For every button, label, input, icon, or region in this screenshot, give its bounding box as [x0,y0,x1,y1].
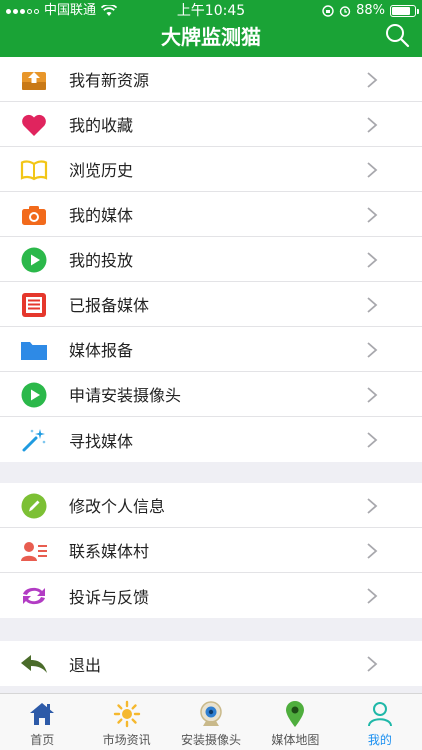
chevron-right-icon [367,432,378,448]
chevron-right-icon [367,588,378,604]
menu-item-apply-camera[interactable]: 申请安装摄像头 [0,372,422,417]
menu-item-label: 退出 [69,655,102,675]
menu-item-label: 我有新资源 [69,71,150,90]
menu-item-contact-media-village[interactable]: 联系媒体村 [0,528,422,573]
chevron-right-icon [367,117,378,133]
play-circle-icon [20,382,48,408]
tab-label: 市场资讯 [102,733,151,747]
tab-bar: 首页 市场资讯 安装摄像头 媒体地图 我的 [0,693,422,750]
page-title: 大牌监测猫 [161,25,261,49]
tab-media-map[interactable]: 媒体地图 [253,694,337,750]
menu-item-complaint-feedback[interactable]: 投诉与反馈 [0,573,422,618]
menu-item-history[interactable]: 浏览历史 [0,147,422,192]
chevron-right-icon [367,252,378,268]
tab-home[interactable]: 首页 [0,694,84,750]
tab-label: 安装摄像头 [181,733,242,747]
inbox-upload-icon [20,67,48,93]
chevron-right-icon [367,297,378,313]
chevron-right-icon [367,207,378,223]
webcam-icon [200,701,222,726]
chevron-right-icon [367,656,378,672]
app-header: 中国联通 上午10:45 88% 大牌监测猫 [0,0,422,57]
alarm-icon [339,6,351,17]
sync-arrows-icon [20,583,48,609]
menu-item-label: 申请安装摄像头 [69,386,182,405]
map-pin-icon [286,701,305,727]
menu-item-find-media[interactable]: 寻找媒体 [0,417,422,462]
menu-item-favorites[interactable]: 我的收藏 [0,102,422,147]
list-document-icon [20,292,48,318]
menu-item-my-placement[interactable]: 我的投放 [0,237,422,282]
menu-item-label: 我的投放 [69,251,134,270]
chevron-right-icon [367,342,378,358]
menu-item-label: 联系媒体村 [69,542,150,561]
play-circle-icon [20,247,48,273]
tab-label: 首页 [30,733,55,747]
menu-item-label: 寻找媒体 [69,431,134,451]
menu-group-main: 我有新资源 我的收藏 浏览历史 我的媒体 我的投放 已报备媒体 媒体报备 申请安… [0,57,422,462]
menu-item-label: 投诉与反馈 [69,587,150,607]
home-icon [30,703,55,725]
menu-item-label: 我的媒体 [69,206,134,225]
contact-card-icon [20,538,48,564]
battery-percent: 88% [356,3,385,18]
chevron-right-icon [367,387,378,403]
tab-label: 我的 [367,733,392,747]
chevron-right-icon [367,498,378,514]
chevron-right-icon [367,543,378,559]
menu-item-registered-media[interactable]: 已报备媒体 [0,282,422,327]
tab-install-camera[interactable]: 安装摄像头 [169,694,253,750]
menu-item-my-media[interactable]: 我的媒体 [0,192,422,237]
status-bar: 中国联通 上午10:45 88% [0,0,422,22]
menu-item-logout[interactable]: 退出 [0,641,422,686]
menu-group-account: 修改个人信息 联系媒体村 投诉与反馈 [0,483,422,618]
user-icon [367,702,392,727]
menu-item-edit-profile[interactable]: 修改个人信息 [0,483,422,528]
menu-group-logout: 退出 [0,641,422,686]
chevron-right-icon [367,162,378,178]
tab-market-news[interactable]: 市场资讯 [84,694,168,750]
reply-arrow-icon [20,651,48,677]
menu-item-label: 我的收藏 [69,116,134,135]
folder-icon [20,337,48,363]
tab-mine[interactable]: 我的 [338,694,422,750]
chevron-right-icon [367,72,378,88]
heart-icon [20,112,48,138]
sun-icon [113,700,140,728]
open-book-icon [20,157,48,183]
nav-bar: 大牌监测猫 [0,22,422,57]
menu-item-label: 修改个人信息 [69,497,166,516]
tab-label: 媒体地图 [271,733,320,747]
menu-item-new-resource[interactable]: 我有新资源 [0,57,422,102]
battery-icon [390,5,419,17]
menu-item-media-registration[interactable]: 媒体报备 [0,327,422,372]
camera-icon [20,202,48,228]
menu-item-label: 浏览历史 [69,161,134,180]
pencil-circle-icon [20,493,48,519]
menu-item-label: 已报备媒体 [69,296,150,315]
orientation-lock-icon [322,5,334,17]
magic-wand-icon [20,427,48,453]
menu-item-label: 媒体报备 [69,341,134,360]
search-icon[interactable] [384,22,410,48]
